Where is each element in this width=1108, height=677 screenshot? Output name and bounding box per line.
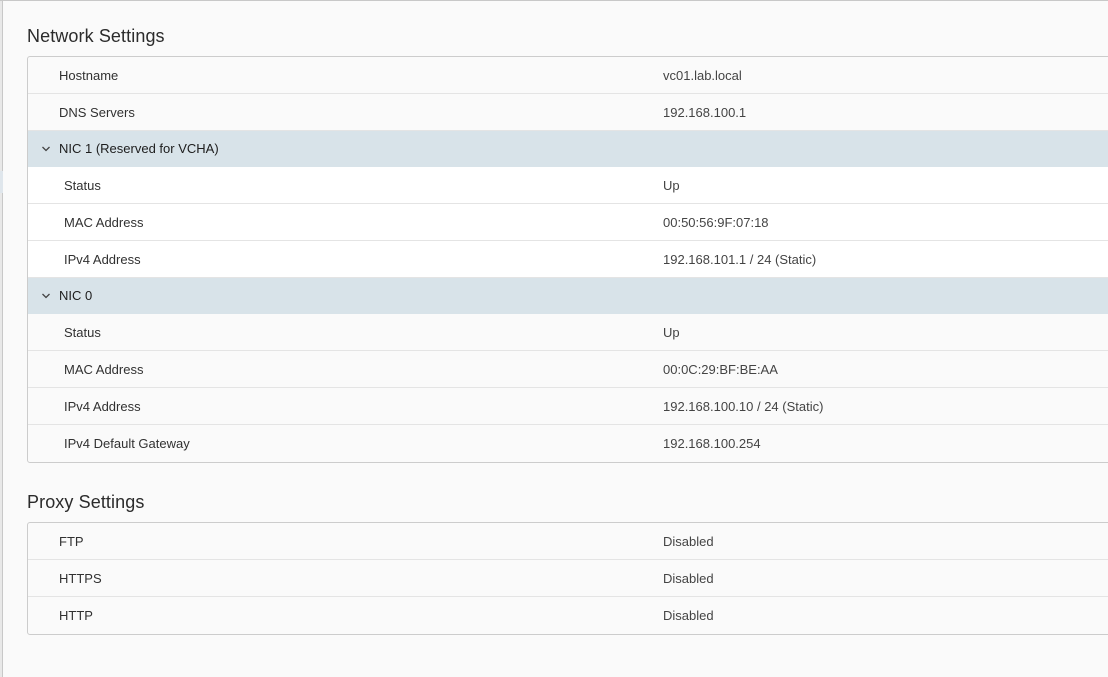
nic1-status-row: Status Up (28, 167, 1108, 204)
nic0-gateway-label: IPv4 Default Gateway (64, 436, 190, 451)
nic0-status-row: Status Up (28, 314, 1108, 351)
hostname-label: Hostname (59, 68, 119, 83)
nic1-ipv4-label: IPv4 Address (64, 252, 141, 267)
nic0-group-label: NIC 0 (59, 288, 93, 303)
dns-servers-row: DNS Servers 192.168.100.1 (28, 94, 1108, 131)
ftp-value: Disabled (663, 534, 714, 549)
nic0-gateway-row: IPv4 Default Gateway 192.168.100.254 (28, 425, 1108, 462)
ftp-row: FTP Disabled (28, 523, 1108, 560)
http-label: HTTP (59, 608, 93, 623)
proxy-settings-grid: FTP Disabled HTTPS Disabled HTTP Disable… (27, 522, 1108, 635)
chevron-down-icon[interactable] (41, 144, 51, 154)
nic0-group-header[interactable]: NIC 0 (28, 278, 1108, 314)
nic1-mac-label: MAC Address (64, 215, 144, 230)
nic0-status-value: Up (663, 325, 680, 340)
https-row: HTTPS Disabled (28, 560, 1108, 597)
dns-servers-value: 192.168.100.1 (663, 105, 747, 120)
nic0-mac-label: MAC Address (64, 362, 144, 377)
nic0-status-label: Status (64, 325, 101, 340)
nic1-ipv4-value: 192.168.101.1 / 24 (Static) (663, 252, 817, 267)
http-row: HTTP Disabled (28, 597, 1108, 634)
rail-marker (0, 171, 3, 193)
https-value: Disabled (663, 571, 714, 586)
hostname-row: Hostname vc01.lab.local (28, 57, 1108, 94)
chevron-down-icon[interactable] (41, 291, 51, 301)
proxy-settings-title: Proxy Settings (27, 492, 145, 512)
nic0-mac-value: 00:0C:29:BF:BE:AA (663, 362, 778, 377)
nic0-ipv4-row: IPv4 Address 192.168.100.10 / 24 (Static… (28, 388, 1108, 425)
nic1-mac-value: 00:50:56:9F:07:18 (663, 215, 769, 230)
https-label: HTTPS (59, 571, 102, 586)
hostname-value: vc01.lab.local (663, 68, 742, 83)
nic1-ipv4-row: IPv4 Address 192.168.101.1 / 24 (Static) (28, 241, 1108, 278)
nic1-status-value: Up (663, 178, 680, 193)
network-settings-grid: Hostname vc01.lab.local DNS Servers 192.… (27, 56, 1108, 463)
nic1-mac-row: MAC Address 00:50:56:9F:07:18 (28, 204, 1108, 241)
network-settings-title: Network Settings (27, 26, 165, 46)
nic0-mac-row: MAC Address 00:0C:29:BF:BE:AA (28, 351, 1108, 388)
left-rail (0, 1, 3, 677)
nic0-ipv4-value: 192.168.100.10 / 24 (Static) (663, 399, 824, 414)
nic1-group-label: NIC 1 (Reserved for VCHA) (59, 141, 219, 156)
nic0-ipv4-label: IPv4 Address (64, 399, 141, 414)
ftp-label: FTP (59, 534, 84, 549)
dns-servers-label: DNS Servers (59, 105, 135, 120)
nic1-group-header[interactable]: NIC 1 (Reserved for VCHA) (28, 131, 1108, 167)
page-frame: Network Settings Hostname vc01.lab.local… (0, 0, 1108, 677)
nic1-status-label: Status (64, 178, 101, 193)
http-value: Disabled (663, 608, 714, 623)
nic0-gateway-value: 192.168.100.254 (663, 436, 761, 451)
